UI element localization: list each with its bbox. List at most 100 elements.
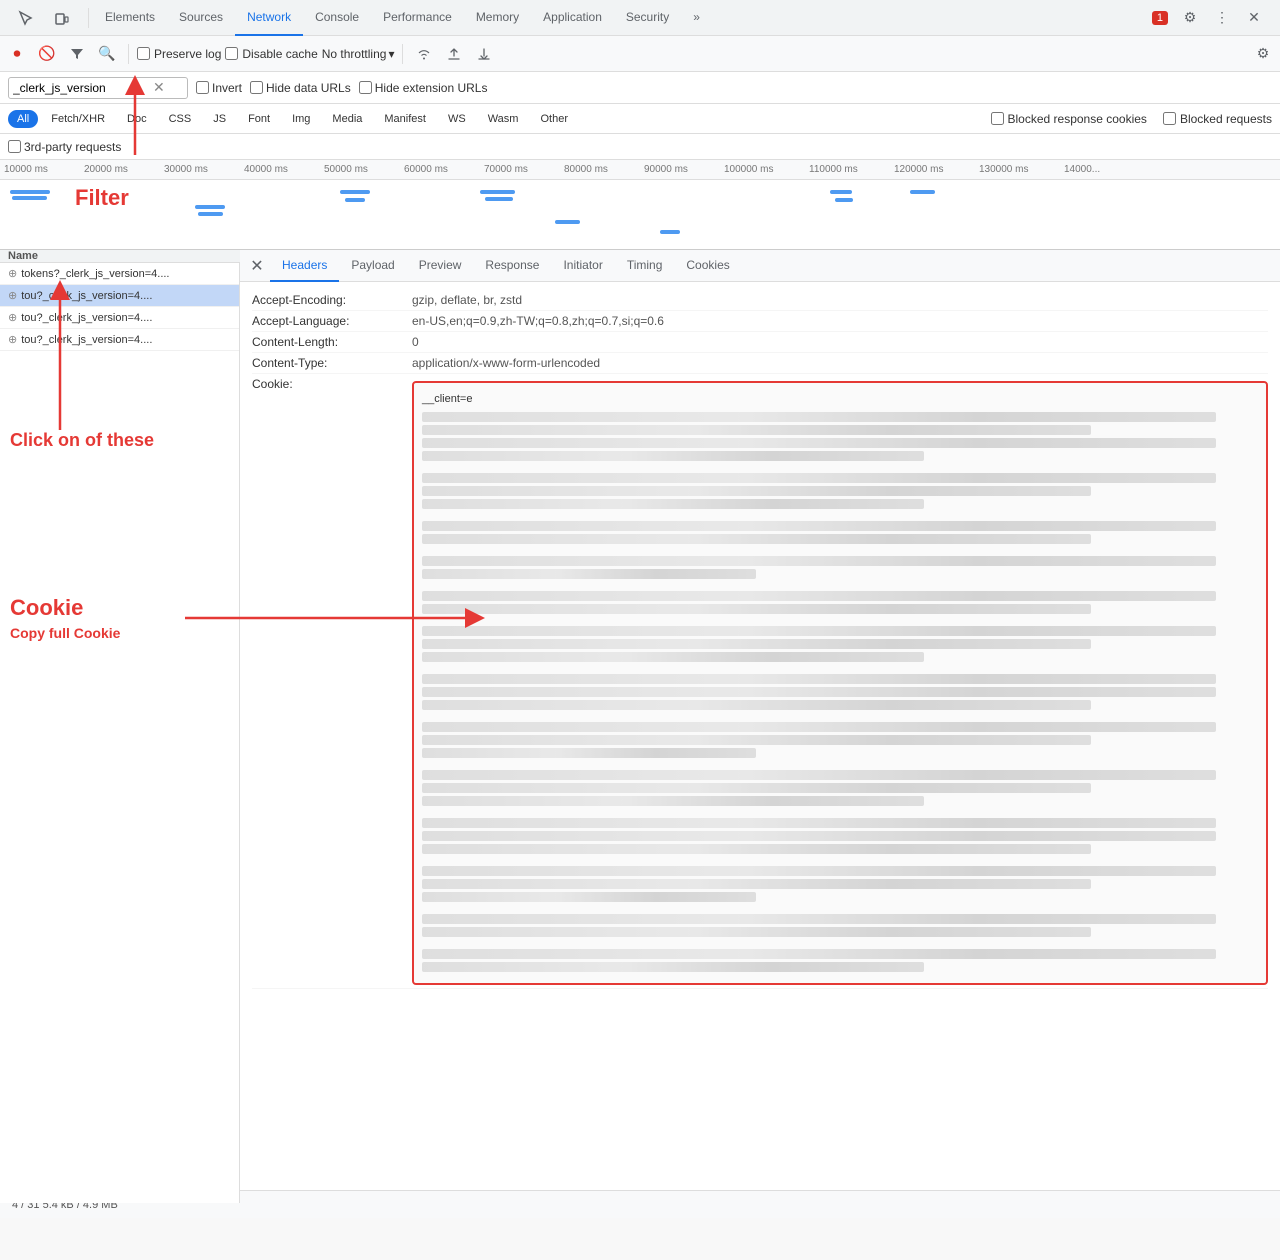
tab-security[interactable]: Security [614, 0, 681, 36]
type-btn-font[interactable]: Font [239, 110, 279, 128]
cookie-blur-5 [422, 473, 1216, 483]
tab-console[interactable]: Console [303, 0, 371, 36]
device-toolbar-icon[interactable] [48, 4, 76, 32]
disable-cache-checkbox[interactable]: Disable cache [225, 47, 317, 61]
timeline-bar-4 [198, 212, 223, 216]
type-btn-js[interactable]: JS [204, 110, 235, 128]
timeline-bar-3 [195, 205, 225, 209]
type-btn-fetch-xhr[interactable]: Fetch/XHR [42, 110, 114, 128]
headers-tab-cookies[interactable]: Cookies [674, 250, 741, 282]
header-value-content-length: 0 [412, 335, 1268, 349]
search-button[interactable]: 🔍 [94, 41, 120, 67]
tab-elements[interactable]: Elements [93, 0, 167, 36]
headers-tab-initiator[interactable]: Initiator [551, 250, 614, 282]
network-settings-button[interactable]: ⚙ [1250, 41, 1276, 67]
close-devtools-icon[interactable]: ✕ [1240, 4, 1268, 32]
cookie-blur-25 [422, 796, 924, 806]
timeline-bar-8 [485, 197, 513, 201]
headers-tab-headers[interactable]: Headers [270, 250, 339, 282]
wifi-icon-button[interactable] [411, 41, 437, 67]
blocked-cookies-checkbox[interactable]: Blocked response cookies [991, 112, 1147, 126]
header-row-accept-encoding: Accept-Encoding: gzip, deflate, br, zstd [252, 290, 1268, 311]
tab-application[interactable]: Application [531, 0, 614, 36]
throttle-dropdown-icon: ▾ [388, 47, 394, 61]
blocked-requests-checkbox[interactable]: Blocked requests [1163, 112, 1272, 126]
cookie-spacer-11 [422, 905, 1258, 911]
type-btn-doc[interactable]: Doc [118, 110, 156, 128]
header-value-accept-language: en-US,en;q=0.9,zh-TW;q=0.8,zh;q=0.7,si;q… [412, 314, 1268, 328]
more-options-icon[interactable]: ⋮ [1208, 4, 1236, 32]
header-name-accept-encoding: Accept-Encoding: [252, 293, 412, 307]
throttle-selector[interactable]: No throttling ▾ [322, 47, 395, 61]
cookie-blur-20 [422, 722, 1216, 732]
tab-memory[interactable]: Memory [464, 0, 531, 36]
cookie-value-area: __client=e [412, 377, 1268, 985]
filter-icon-button[interactable] [64, 41, 90, 67]
timeline-ruler: 10000 ms 20000 ms 30000 ms 40000 ms 5000… [0, 160, 1280, 180]
request-item-1[interactable]: ⊕ tou?_clerk_js_version=4.... [0, 285, 239, 307]
settings-icon[interactable]: ⚙ [1176, 4, 1204, 32]
type-btn-ws[interactable]: WS [439, 110, 475, 128]
cookie-spacer-5 [422, 617, 1258, 623]
cookie-blur-35 [422, 962, 924, 972]
third-party-checkbox[interactable]: 3rd-party requests [8, 140, 121, 154]
type-btn-all[interactable]: All [8, 110, 38, 128]
mark-8: 80000 ms [564, 164, 644, 175]
type-btn-wasm[interactable]: Wasm [479, 110, 528, 128]
request-name-3: tou?_clerk_js_version=4.... [21, 334, 231, 346]
request-item-2[interactable]: ⊕ tou?_clerk_js_version=4.... [0, 307, 239, 329]
close-headers-button[interactable]: ✕ [244, 253, 270, 279]
headers-tab-preview[interactable]: Preview [407, 250, 474, 282]
timeline-content[interactable] [0, 180, 1280, 250]
cookie-spacer-6 [422, 665, 1258, 671]
cookie-blur-18 [422, 687, 1216, 697]
cookie-blur-8 [422, 521, 1216, 531]
cookie-blur-26 [422, 818, 1216, 828]
headers-tab-response[interactable]: Response [473, 250, 551, 282]
mark-3: 30000 ms [164, 164, 244, 175]
clear-button[interactable]: 🚫 [34, 41, 60, 67]
request-item-0[interactable]: ⊕ tokens?_clerk_js_version=4.... [0, 263, 239, 285]
upload-icon-button[interactable] [441, 41, 467, 67]
cookie-blur-1 [422, 412, 1216, 422]
header-value-content-type: application/x-www-form-urlencoded [412, 356, 1268, 370]
filter-input[interactable] [13, 81, 153, 95]
timeline-bar-13 [910, 190, 935, 194]
cookie-spacer-8 [422, 761, 1258, 767]
header-row-content-type: Content-Type: application/x-www-form-url… [252, 353, 1268, 374]
hide-data-urls-checkbox[interactable]: Hide data URLs [250, 81, 351, 95]
mark-7: 70000 ms [484, 164, 564, 175]
type-btn-other[interactable]: Other [531, 110, 577, 128]
tab-performance[interactable]: Performance [371, 0, 464, 36]
type-btn-img[interactable]: Img [283, 110, 319, 128]
download-icon-button[interactable] [471, 41, 497, 67]
request-icon-2: ⊕ [8, 311, 17, 324]
headers-tab-timing[interactable]: Timing [615, 250, 675, 282]
tab-network[interactable]: Network [235, 0, 303, 36]
preserve-log-checkbox[interactable]: Preserve log [137, 47, 221, 61]
tab-more[interactable]: » [681, 0, 712, 36]
type-btn-css[interactable]: CSS [160, 110, 201, 128]
headers-tab-payload[interactable]: Payload [339, 250, 406, 282]
type-btn-media[interactable]: Media [323, 110, 371, 128]
record-button[interactable]: ⏺ [4, 41, 30, 67]
request-list[interactable]: ⊕ tokens?_clerk_js_version=4.... ⊕ tou?_… [0, 263, 240, 1203]
inspect-icon[interactable] [12, 4, 40, 32]
type-btn-manifest[interactable]: Manifest [375, 110, 435, 128]
headers-content: Accept-Encoding: gzip, deflate, br, zstd… [240, 282, 1280, 1190]
cookie-box[interactable]: __client=e [412, 381, 1268, 985]
hide-ext-urls-checkbox[interactable]: Hide extension URLs [359, 81, 488, 95]
mark-10: 100000 ms [724, 164, 809, 175]
filter-clear-button[interactable]: ✕ [153, 79, 165, 96]
cookie-blur-22 [422, 748, 756, 758]
mark-4: 40000 ms [244, 164, 324, 175]
tab-sources[interactable]: Sources [167, 0, 235, 36]
mark-5: 50000 ms [324, 164, 404, 175]
timeline-bar-5 [340, 190, 370, 194]
invert-checkbox[interactable]: Invert [196, 81, 242, 95]
cookie-blur-6 [422, 486, 1091, 496]
cookie-spacer-3 [422, 547, 1258, 553]
request-item-3[interactable]: ⊕ tou?_clerk_js_version=4.... [0, 329, 239, 351]
cookie-blur-19 [422, 700, 1091, 710]
headers-tabs: ✕ Headers Payload Preview Response Initi… [240, 250, 1280, 282]
